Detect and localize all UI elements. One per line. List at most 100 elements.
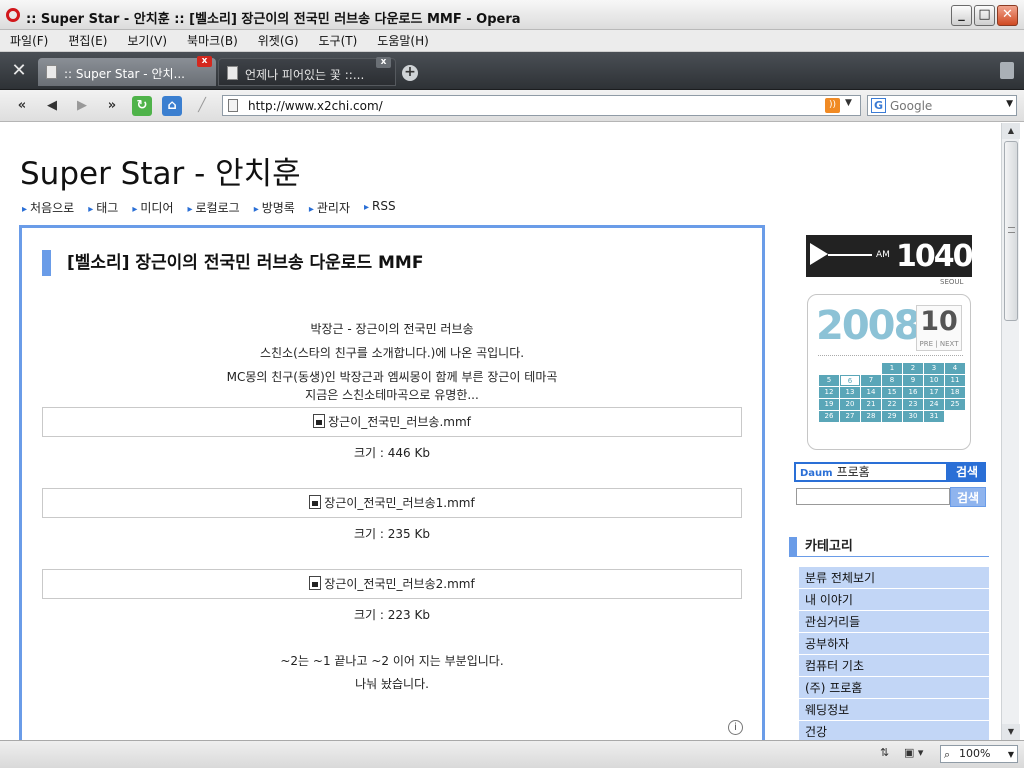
url-dropdown-icon[interactable]: ▼ <box>845 98 852 108</box>
calendar-day[interactable]: 19 <box>819 399 839 410</box>
reload-button[interactable]: ↻ <box>132 96 152 116</box>
url-text: http://www.x2chi.com/ <box>248 99 383 113</box>
trash-icon[interactable] <box>1000 62 1014 79</box>
zoom-control[interactable]: ⌕ 100% ▼ <box>940 745 1018 763</box>
category-item[interactable]: 공부하자 <box>799 633 989 655</box>
menu-bookmarks[interactable]: 북마크(B) <box>187 32 238 49</box>
calendar-day[interactable]: 29 <box>882 411 902 422</box>
nav-locallog[interactable]: 로컬로그 <box>187 199 240 216</box>
tab-close-icon[interactable]: x <box>376 57 391 68</box>
calendar-day[interactable]: 18 <box>945 387 965 398</box>
nav-home[interactable]: 처음으로 <box>22 199 74 216</box>
search-dropdown-icon[interactable]: ▼ <box>1006 99 1013 109</box>
panel-toggle-icon[interactable]: ✕ <box>8 60 30 82</box>
calendar-prev[interactable]: PRE <box>920 340 934 348</box>
category-item[interactable]: 웨딩정보 <box>799 699 989 721</box>
post-title[interactable]: [벨소리] 장근이의 전국민 러브송 다운로드 MMF <box>42 250 423 276</box>
rewind-button[interactable]: « <box>12 96 32 116</box>
menu-help[interactable]: 도움말(H) <box>377 32 429 49</box>
search-field[interactable]: G ▼ <box>867 95 1017 116</box>
network-icon[interactable]: ⇅ <box>880 746 889 759</box>
calendar-day[interactable]: 24 <box>924 399 944 410</box>
menu-file[interactable]: 파일(F) <box>10 32 48 49</box>
calendar-day[interactable]: 23 <box>903 399 923 410</box>
rss-feed-icon[interactable]: )) <box>825 98 840 113</box>
category-item[interactable]: 내 이야기 <box>799 589 989 611</box>
calendar-day[interactable]: 26 <box>819 411 839 422</box>
nav-media[interactable]: 미디어 <box>132 199 173 216</box>
category-item[interactable]: 컴퓨터 기초 <box>799 655 989 677</box>
calendar-day[interactable]: 16 <box>903 387 923 398</box>
category-item[interactable]: (주) 프로홈 <box>799 677 989 699</box>
calendar-day[interactable]: 11 <box>945 375 965 386</box>
nav-admin[interactable]: 관리자 <box>309 199 350 216</box>
search-input[interactable] <box>890 98 1000 113</box>
site-title[interactable]: Super Star - 안치훈 <box>20 148 301 193</box>
calendar-day[interactable]: 12 <box>819 387 839 398</box>
calendar-day[interactable]: 17 <box>924 387 944 398</box>
tab-flower[interactable]: 언제나 피어있는 꽃 ::... x <box>218 57 396 86</box>
daum-search-input[interactable]: Daum 프로홈 <box>794 462 948 482</box>
nav-guestbook[interactable]: 방명록 <box>254 199 295 216</box>
calendar-day[interactable]: 6 <box>840 375 860 386</box>
back-button[interactable]: ◀ <box>42 96 62 116</box>
calendar-day[interactable]: 22 <box>882 399 902 410</box>
address-field[interactable]: http://www.x2chi.com/ <box>222 95 861 116</box>
calendar-day[interactable]: 2 <box>903 363 923 374</box>
camera-icon[interactable]: ▣ ▾ <box>904 746 923 759</box>
blog-search-input[interactable] <box>796 488 950 505</box>
forward-button[interactable]: ▶ <box>72 96 92 116</box>
menu-edit[interactable]: 편집(E) <box>68 32 107 49</box>
vertical-scrollbar[interactable]: ▲ ▼ <box>1001 123 1020 740</box>
calendar-day[interactable]: 5 <box>819 375 839 386</box>
category-item[interactable]: 건강 <box>799 721 989 740</box>
calendar-day[interactable]: 1 <box>882 363 902 374</box>
calendar-day[interactable]: 9 <box>903 375 923 386</box>
menu-widgets[interactable]: 위젯(G) <box>258 32 299 49</box>
calendar-day[interactable]: 14 <box>861 387 881 398</box>
calendar-day[interactable]: 28 <box>861 411 881 422</box>
tab-close-icon[interactable]: x <box>197 56 212 67</box>
home-button[interactable]: ⌂ <box>162 96 182 116</box>
edit-site-icon[interactable]: ╱ <box>192 96 212 116</box>
menu-view[interactable]: 보기(V) <box>127 32 167 49</box>
calendar-day[interactable]: 8 <box>882 375 902 386</box>
radio-logo[interactable]: AM 1040 <box>806 235 973 277</box>
minimize-button[interactable]: _ <box>951 5 972 26</box>
scroll-down-icon[interactable]: ▼ <box>1002 724 1020 740</box>
maximize-button[interactable]: □ <box>974 5 995 26</box>
calendar-day[interactable]: 27 <box>840 411 860 422</box>
file-attachment[interactable]: 장근이_전국민_러브송1.mmf <box>42 488 742 518</box>
tab-super-star[interactable]: :: Super Star - 안치... x <box>38 56 216 86</box>
info-icon[interactable]: i <box>728 720 743 735</box>
post-intro-line: 지금은 스친소테마곡으로 유명한... <box>305 388 479 402</box>
close-button[interactable]: ✕ <box>997 5 1018 26</box>
new-tab-button[interactable]: + <box>402 65 418 81</box>
calendar-day[interactable]: 10 <box>924 375 944 386</box>
calendar-day[interactable]: 25 <box>945 399 965 410</box>
nav-rss[interactable]: RSS <box>364 199 396 216</box>
blog-search-button[interactable]: 검색 <box>950 487 986 507</box>
calendar-day[interactable]: 7 <box>861 375 881 386</box>
daum-search-button[interactable]: 검색 <box>948 462 986 482</box>
calendar-day[interactable]: 20 <box>840 399 860 410</box>
file-attachment[interactable]: 장근이_전국민_러브송.mmf <box>42 407 742 437</box>
calendar-day[interactable]: 31 <box>924 411 944 422</box>
fast-forward-button[interactable]: » <box>102 96 122 116</box>
scroll-thumb[interactable] <box>1004 141 1018 321</box>
calendar-day[interactable]: 13 <box>840 387 860 398</box>
calendar-day[interactable]: 4 <box>945 363 965 374</box>
calendar-day[interactable]: 3 <box>924 363 944 374</box>
category-item[interactable]: 분류 전체보기 <box>799 567 989 589</box>
calendar-day[interactable]: 30 <box>903 411 923 422</box>
calendar-day[interactable]: 15 <box>882 387 902 398</box>
tab-label: :: Super Star - 안치... <box>64 67 185 81</box>
calendar-day[interactable]: 21 <box>861 399 881 410</box>
scroll-up-icon[interactable]: ▲ <box>1002 123 1020 139</box>
menu-tools[interactable]: 도구(T) <box>319 32 358 49</box>
calendar-next[interactable]: NEXT <box>940 340 959 348</box>
window-controls: _ □ ✕ <box>951 5 1018 26</box>
file-attachment[interactable]: 장근이_전국민_러브송2.mmf <box>42 569 742 599</box>
category-item[interactable]: 관심거리들 <box>799 611 989 633</box>
nav-tag[interactable]: 태그 <box>88 199 118 216</box>
